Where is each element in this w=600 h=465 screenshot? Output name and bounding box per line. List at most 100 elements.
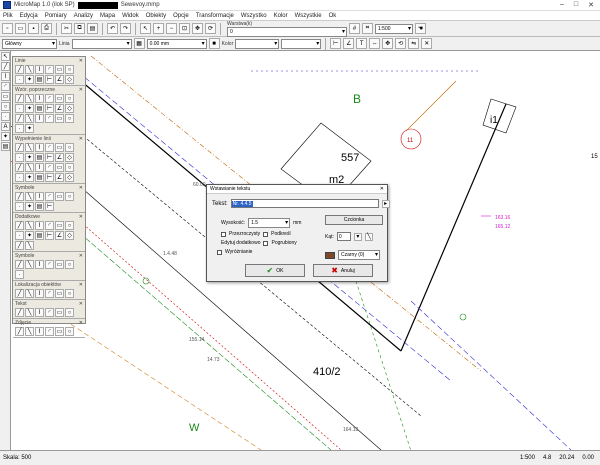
palette-tool-button[interactable]: ✦: [25, 104, 34, 113]
palette-tool-button[interactable]: ╱: [15, 163, 24, 172]
underline-checkbox[interactable]: [263, 231, 269, 237]
palette-tool-button[interactable]: ╲: [25, 163, 34, 172]
palette-tool-button[interactable]: ⊢: [45, 153, 54, 162]
palette-tool-button[interactable]: ◜: [45, 308, 54, 317]
text-options-icon[interactable]: ▸: [381, 199, 390, 208]
zoom-in-button[interactable]: +: [153, 23, 164, 34]
palette-tool-button[interactable]: ╲: [25, 192, 34, 201]
color-combo-dialog[interactable]: Czarny (0): [338, 250, 380, 260]
palette-tool-button[interactable]: ⌇: [35, 65, 44, 74]
size-combo[interactable]: 1.5: [248, 218, 291, 228]
menu-item-6[interactable]: Obiekty: [146, 13, 166, 19]
palette-tool-button[interactable]: ▭: [55, 221, 64, 230]
palette-tool-button[interactable]: ∠: [55, 173, 64, 182]
palette-tool-button[interactable]: ⌇: [35, 94, 44, 103]
palette-tool-button[interactable]: ◇: [65, 104, 74, 113]
palette-tool-button[interactable]: ▤: [35, 153, 44, 162]
pointer-tool-button[interactable]: ↖: [140, 23, 151, 34]
palette-tool-button[interactable]: ·: [15, 270, 24, 279]
palette-tool-button[interactable]: ◜: [45, 327, 54, 336]
palette-tool-button[interactable]: ○: [65, 114, 74, 123]
bold-checkbox[interactable]: [263, 240, 269, 246]
hatch-tool[interactable]: ▤: [1, 142, 10, 151]
zoom-extent-button[interactable]: ⊡: [179, 23, 190, 34]
point-tool[interactable]: ·: [1, 112, 10, 121]
palette-tool-button[interactable]: ▭: [55, 94, 64, 103]
delete-button[interactable]: ✕: [421, 38, 433, 49]
palette-tool-button[interactable]: ◇: [65, 173, 74, 182]
palette-tool-button[interactable]: ◜: [45, 65, 54, 74]
copy-button[interactable]: ⧉: [74, 23, 85, 34]
palette-tool-button[interactable]: ╲: [25, 94, 34, 103]
line-style-combo[interactable]: [71, 38, 132, 49]
snap-button[interactable]: ⌗: [362, 23, 373, 34]
measure-button[interactable]: ⊢: [330, 38, 342, 49]
zoom-out-button[interactable]: −: [166, 23, 177, 34]
palette-tool-button[interactable]: ⊢: [45, 202, 54, 211]
undo-button[interactable]: ↶: [107, 23, 118, 34]
palette-tool-button[interactable]: ╲: [25, 260, 34, 269]
line-tool[interactable]: ╱: [1, 62, 10, 71]
color-button[interactable]: ■: [208, 38, 220, 49]
palette-tool-button[interactable]: ✦: [25, 75, 34, 84]
palette-tool-button[interactable]: ◜: [45, 289, 54, 298]
layer-style-combo[interactable]: Główny: [2, 38, 57, 49]
palette-tool-button[interactable]: ▭: [55, 289, 64, 298]
palette-tool-button[interactable]: ╲: [25, 221, 34, 230]
palette-tool-button[interactable]: ╱: [15, 241, 24, 250]
palette-tool-button[interactable]: ⊢: [45, 231, 54, 240]
palette-tool-button[interactable]: ○: [65, 163, 74, 172]
rect-tool[interactable]: ▭: [1, 92, 10, 101]
palette-tool-button[interactable]: ⌇: [35, 114, 44, 123]
palette-tool-button[interactable]: ✦: [25, 202, 34, 211]
palette-tool-button[interactable]: ▭: [55, 65, 64, 74]
palette-tool-button[interactable]: ✦: [25, 173, 34, 182]
angle-down-button[interactable]: ▾: [353, 232, 362, 241]
palette-tool-button[interactable]: ╱: [15, 260, 24, 269]
color-combo[interactable]: [235, 38, 280, 49]
dialog-close-icon[interactable]: ✕: [380, 186, 387, 192]
angle-button[interactable]: ∠: [343, 38, 355, 49]
palette-tool-button[interactable]: ╱: [15, 192, 24, 201]
palette-tool-button[interactable]: ▭: [55, 327, 64, 336]
palette-tool-button[interactable]: ◜: [45, 143, 54, 152]
palette-tool-button[interactable]: ◇: [65, 231, 74, 240]
palette-tool-button[interactable]: ○: [65, 308, 74, 317]
palette-tool-button[interactable]: ▭: [55, 260, 64, 269]
layer-combo[interactable]: 0: [227, 26, 347, 37]
arc-tool[interactable]: ◜: [1, 82, 10, 91]
palette-tool-button[interactable]: ·: [15, 124, 24, 133]
paste-button[interactable]: ▤: [87, 23, 98, 34]
text-input[interactable]: Nr. 4.4.5: [230, 199, 379, 208]
highlight-checkbox[interactable]: [217, 249, 222, 255]
palette-tool-button[interactable]: ○: [65, 289, 74, 298]
panel-close-icon[interactable]: ✕: [79, 58, 83, 64]
palette-tool-button[interactable]: ╱: [15, 114, 24, 123]
palette-tool-button[interactable]: ⊢: [45, 104, 54, 113]
palette-tool-button[interactable]: ◜: [45, 192, 54, 201]
print-button[interactable]: ⎙: [41, 23, 52, 34]
palette-tool-button[interactable]: ╲: [25, 289, 34, 298]
menu-item-9[interactable]: Wszystko: [241, 13, 267, 19]
panel-close-icon[interactable]: ✕: [79, 282, 83, 288]
zoom-combo[interactable]: 1:500: [375, 23, 413, 34]
palette-tool-button[interactable]: ◜: [45, 221, 54, 230]
palette-tool-button[interactable]: ▤: [35, 104, 44, 113]
palette-tool-button[interactable]: ▭: [55, 308, 64, 317]
palette-tool-button[interactable]: ·: [15, 75, 24, 84]
palette-tool-button[interactable]: ╲: [25, 327, 34, 336]
palette-tool-button[interactable]: ∠: [55, 231, 64, 240]
menu-item-7[interactable]: Opcje: [173, 13, 189, 19]
panel-close-icon[interactable]: ✕: [79, 253, 83, 259]
move-button[interactable]: ✥: [382, 38, 394, 49]
polyline-tool[interactable]: ⌇: [1, 72, 10, 81]
palette-tool-button[interactable]: ╱: [15, 308, 24, 317]
select-tool[interactable]: ↖: [1, 52, 10, 61]
line-width-combo[interactable]: 0.00 mm: [146, 38, 207, 49]
ok-button[interactable]: ✔ OK: [245, 264, 305, 277]
palette-tool-button[interactable]: ◜: [45, 94, 54, 103]
menu-item-2[interactable]: Pomiary: [45, 13, 67, 19]
close-button[interactable]: ✕: [588, 1, 594, 9]
palette-tool-button[interactable]: ∠: [55, 153, 64, 162]
menu-item-12[interactable]: Ok: [329, 13, 337, 19]
